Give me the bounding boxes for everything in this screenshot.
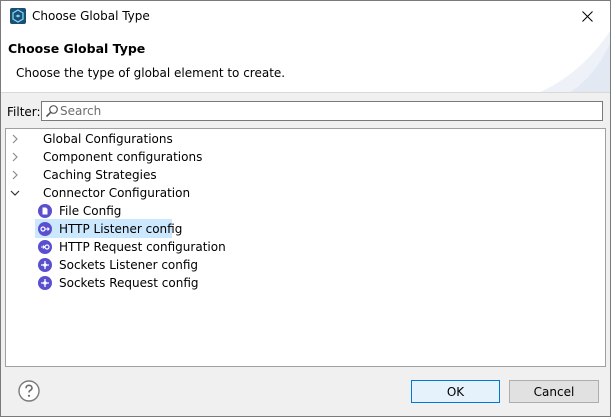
tree-item-global-configurations[interactable]: Global Configurations	[43, 130, 173, 148]
search-icon	[45, 105, 58, 118]
http-request-icon	[38, 240, 52, 254]
cancel-button[interactable]: Cancel	[509, 380, 599, 403]
app-icon	[10, 8, 26, 24]
search-input[interactable]	[60, 103, 600, 119]
dialog-footer: OK Cancel	[1, 367, 610, 416]
file-config-icon	[38, 204, 52, 218]
http-listener-icon	[38, 222, 52, 236]
tree-item-connector-configuration[interactable]: Connector Configuration	[43, 184, 190, 202]
header-description: Choose the type of global element to cre…	[16, 66, 286, 80]
help-button[interactable]	[17, 379, 41, 403]
close-icon	[581, 10, 593, 22]
chevron-right-icon[interactable]	[9, 133, 21, 145]
ok-button[interactable]: OK	[411, 380, 500, 403]
tree-item-http-request-configuration[interactable]: HTTP Request configuration	[59, 238, 226, 256]
tree-item-component-configurations[interactable]: Component configurations	[43, 148, 202, 166]
dialog-window: Choose Global Type Choose Global Type Ch…	[0, 0, 611, 417]
search-box[interactable]	[41, 101, 603, 121]
title-bar: Choose Global Type	[1, 1, 610, 31]
sockets-request-icon	[38, 276, 52, 290]
header-title: Choose Global Type	[8, 41, 146, 56]
filter-label: Filter:	[7, 105, 41, 119]
sockets-listener-icon	[38, 258, 52, 272]
window-title: Choose Global Type	[32, 9, 150, 23]
tree-item-sockets-request-config[interactable]: Sockets Request config	[59, 274, 199, 292]
chevron-right-icon[interactable]	[9, 169, 21, 181]
header-decoration-icon	[540, 31, 610, 92]
chevron-right-icon[interactable]	[9, 151, 21, 163]
chevron-down-icon[interactable]	[9, 187, 21, 199]
tree-item-http-listener-config[interactable]: HTTP Listener config	[59, 220, 182, 238]
dialog-header: Choose Global Type Choose the type of gl…	[1, 31, 610, 93]
close-button[interactable]	[564, 1, 610, 31]
tree-item-file-config[interactable]: File Config	[59, 202, 121, 220]
tree-item-caching-strategies[interactable]: Caching Strategies	[43, 166, 157, 184]
filter-row: Filter:	[1, 101, 610, 123]
tree-item-sockets-listener-config[interactable]: Sockets Listener config	[59, 256, 198, 274]
